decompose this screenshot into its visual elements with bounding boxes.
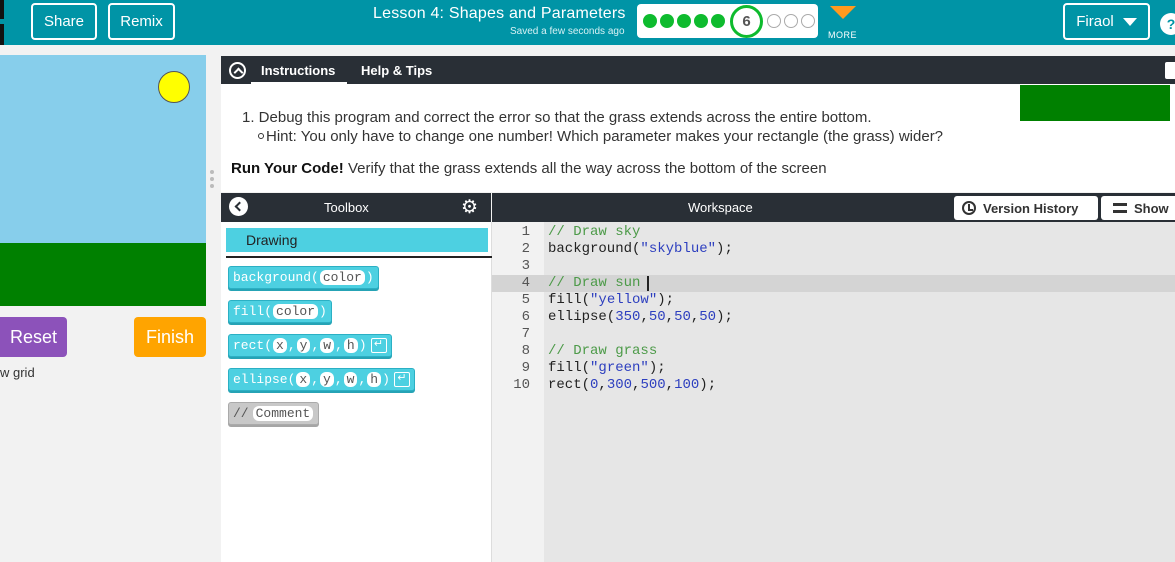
toolbox-title: Toolbox	[324, 200, 369, 215]
progress-dot-complete[interactable]	[677, 14, 691, 28]
code-line[interactable]: ellipse(350,50,50,50);	[548, 309, 733, 325]
run-your-code-detail: Verify that the grass extends all the wa…	[343, 160, 827, 177]
block-fill[interactable]: fill(color)	[228, 300, 332, 323]
remix-button[interactable]: Remix	[108, 3, 175, 40]
grass-rect	[0, 243, 206, 306]
block-background[interactable]: background(color)	[228, 266, 379, 289]
block-comment[interactable]: //Comment	[228, 402, 320, 425]
category-divider	[226, 256, 492, 258]
tab-help-tips[interactable]: Help & Tips	[361, 63, 432, 78]
user-name: Firaol	[1076, 13, 1114, 30]
block-param: color	[273, 304, 319, 319]
block-param: y	[320, 372, 334, 387]
line-number: 3	[521, 258, 530, 274]
block-param: h	[367, 372, 382, 387]
progress-dot-complete[interactable]	[711, 14, 725, 28]
current-level-bubble[interactable]: 6	[730, 5, 763, 38]
line-number: 9	[521, 360, 530, 376]
more-link[interactable]: MORE	[828, 30, 857, 40]
block-param: w	[343, 372, 358, 387]
block-param: y	[296, 338, 311, 353]
instruction-step: 1. Debug this program and correct the er…	[242, 109, 872, 126]
progress-dot-complete[interactable]	[694, 14, 708, 28]
block-param: color	[319, 270, 365, 285]
finish-button[interactable]: Finish	[134, 317, 206, 357]
block-name: fill	[233, 304, 265, 319]
line-number: 1	[521, 224, 530, 240]
line-number: 5	[521, 292, 530, 308]
run-your-code-text: Run Your Code! Verify that the grass ext…	[231, 160, 827, 177]
more-arrow-icon[interactable]	[830, 6, 856, 19]
visualization-canvas	[0, 55, 206, 306]
clock-icon	[962, 201, 976, 215]
return-arrow-icon: ↵	[370, 338, 387, 353]
toolbox-collapse-icon[interactable]	[229, 197, 248, 216]
reset-button[interactable]: Reset	[0, 317, 67, 357]
return-arrow-icon: ↵	[393, 372, 410, 387]
line-number: 8	[521, 343, 530, 359]
code-line[interactable]: // Draw sun	[548, 275, 640, 291]
lesson-title: Lesson 4: Shapes and Parameters	[373, 5, 626, 22]
code-line[interactable]: fill("yellow");	[548, 292, 674, 308]
block-param: x	[296, 372, 311, 387]
progress-dot-complete[interactable]	[643, 14, 657, 28]
version-history-button[interactable]: Version History	[954, 196, 1098, 220]
progress-dot-complete[interactable]	[660, 14, 674, 28]
block-param: x	[273, 338, 287, 353]
tab-instructions[interactable]: Instructions	[261, 63, 335, 78]
version-history-label: Version History	[983, 200, 1079, 216]
instruction-hint: Hint: You only have to change one number…	[266, 128, 944, 145]
code-line[interactable]: rect(0,300,500,100);	[548, 377, 716, 393]
code-line[interactable]: fill("green");	[548, 360, 666, 376]
target-image-thumbnail[interactable]	[1020, 85, 1170, 121]
line-number: 6	[521, 309, 530, 325]
code-line[interactable]: background("skyblue");	[548, 241, 733, 257]
line-number: 7	[521, 326, 530, 342]
user-menu-button[interactable]: Firaol	[1063, 3, 1150, 40]
header-logo-edge[interactable]	[0, 0, 4, 45]
blocks-icon	[1113, 203, 1127, 213]
comment-label: Comment	[252, 406, 314, 421]
code-line[interactable]: // Draw sky	[548, 224, 640, 240]
show-label: Show	[1134, 200, 1169, 216]
block-rect[interactable]: rect(x, y, w, h) ↵	[228, 334, 392, 357]
progress-dot-incomplete[interactable]	[767, 14, 781, 28]
block-name: background	[233, 270, 312, 285]
show-grid-label[interactable]: w grid	[0, 365, 35, 380]
line-number: 2	[521, 241, 530, 257]
progress-dot-incomplete[interactable]	[784, 14, 798, 28]
share-button[interactable]: Share	[31, 3, 97, 40]
instructions-toggle-box[interactable]	[1165, 62, 1175, 79]
code-line[interactable]: // Draw grass	[548, 343, 657, 359]
sun-circle	[158, 71, 190, 103]
show-blocks-button[interactable]: Show	[1101, 196, 1175, 220]
block-name: ellipse	[233, 372, 288, 387]
saved-status: Saved a few seconds ago	[510, 26, 625, 37]
block-param: w	[320, 338, 335, 353]
line-number: 4	[521, 275, 530, 291]
comment-prefix: //	[233, 406, 249, 421]
block-name: rect	[233, 338, 265, 353]
text-cursor	[647, 276, 649, 291]
progress-dot-incomplete[interactable]	[801, 14, 815, 28]
line-number: 10	[513, 377, 530, 393]
workspace-title: Workspace	[688, 200, 753, 215]
hint-bullet-icon	[258, 133, 264, 139]
run-your-code-bold: Run Your Code!	[231, 160, 344, 177]
caret-down-icon	[1122, 17, 1137, 26]
vertical-resize-handle[interactable]	[210, 170, 214, 191]
toolbox-category-drawing[interactable]: Drawing	[226, 228, 488, 252]
help-icon[interactable]: ?	[1160, 13, 1175, 35]
gear-icon[interactable]: ⚙	[461, 198, 480, 217]
block-ellipse[interactable]: ellipse(x, y, w, h) ↵	[228, 368, 415, 391]
block-param: h	[343, 338, 358, 353]
collapse-icon[interactable]	[229, 62, 246, 79]
